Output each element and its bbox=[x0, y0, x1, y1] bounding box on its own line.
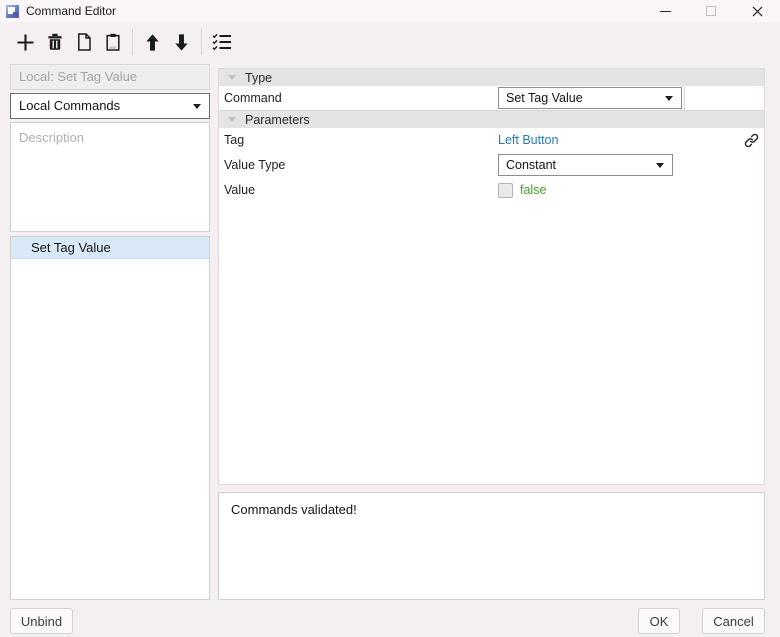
arrow-down-icon bbox=[175, 33, 188, 51]
chevron-down-icon bbox=[193, 104, 201, 109]
maximize-button[interactable] bbox=[688, 0, 734, 22]
chevron-down-icon bbox=[665, 96, 673, 101]
command-label: Command bbox=[224, 91, 282, 105]
type-section-header[interactable]: Type bbox=[219, 69, 764, 86]
validate-commands-button[interactable] bbox=[207, 28, 236, 56]
collapse-triangle-icon bbox=[228, 117, 236, 122]
checklist-icon bbox=[212, 33, 231, 51]
unbind-button[interactable]: Unbind bbox=[10, 608, 73, 634]
arrow-up-icon bbox=[146, 33, 159, 51]
value-type-value: Constant bbox=[506, 158, 557, 172]
command-row: Command Set Tag Value bbox=[219, 86, 764, 111]
close-button[interactable] bbox=[734, 0, 780, 22]
tag-label: Tag bbox=[224, 133, 245, 147]
maximize-icon bbox=[706, 6, 716, 16]
toolbar bbox=[0, 22, 780, 62]
window-controls bbox=[642, 0, 780, 22]
command-scope-dropdown[interactable]: Local Commands bbox=[10, 93, 210, 119]
command-editor-window: Command Editor Local: Set Tag Value Loca… bbox=[0, 0, 780, 637]
app-logo-icon bbox=[6, 4, 19, 18]
add-command-button[interactable] bbox=[11, 28, 40, 56]
property-panel: Type Command Set Tag Value Parameters Ta… bbox=[218, 68, 765, 485]
value-type-label: Value Type bbox=[224, 158, 286, 172]
description-input[interactable] bbox=[10, 122, 210, 232]
close-icon bbox=[752, 6, 762, 16]
tag-row: Tag Left Button bbox=[219, 128, 764, 153]
value-text: false bbox=[520, 183, 547, 197]
toolbar-separator bbox=[132, 29, 133, 55]
plus-icon bbox=[17, 34, 34, 50]
command-name-field[interactable]: Local: Set Tag Value bbox=[10, 64, 210, 90]
toolbar-separator bbox=[201, 29, 202, 55]
command-list-item[interactable]: Set Tag Value bbox=[11, 237, 209, 259]
parameters-section-header[interactable]: Parameters bbox=[219, 111, 764, 128]
copy-command-button[interactable] bbox=[69, 28, 98, 56]
minimize-icon bbox=[659, 10, 671, 12]
window-title: Command Editor bbox=[26, 4, 117, 18]
copy-icon bbox=[77, 33, 91, 51]
tag-value-link[interactable]: Left Button bbox=[498, 128, 558, 153]
collapse-triangle-icon bbox=[228, 75, 236, 80]
command-list[interactable]: Set Tag Value bbox=[10, 236, 210, 600]
minimize-button[interactable] bbox=[642, 0, 688, 22]
paste-icon bbox=[105, 33, 120, 51]
move-up-button[interactable] bbox=[138, 28, 167, 56]
command-scope-value: Local Commands bbox=[19, 98, 121, 113]
value-row: Value false bbox=[219, 178, 764, 203]
chevron-down-icon bbox=[656, 163, 664, 168]
validation-message: Commands validated! bbox=[231, 502, 357, 517]
trash-icon bbox=[47, 33, 62, 50]
value-type-dropdown[interactable]: Constant bbox=[498, 154, 673, 176]
validation-message-box: Commands validated! bbox=[218, 492, 765, 600]
link-icon[interactable] bbox=[743, 132, 760, 149]
type-section-label: Type bbox=[245, 70, 273, 85]
paste-command-button[interactable] bbox=[98, 28, 127, 56]
value-type-row: Value Type Constant bbox=[219, 153, 764, 178]
ok-button[interactable]: OK bbox=[638, 608, 680, 634]
delete-command-button[interactable] bbox=[40, 28, 69, 56]
cell-divider bbox=[684, 86, 685, 110]
cancel-button[interactable]: Cancel bbox=[702, 608, 765, 634]
value-label: Value bbox=[224, 183, 256, 197]
command-type-value: Set Tag Value bbox=[506, 91, 583, 105]
value-checkbox[interactable] bbox=[498, 183, 513, 198]
parameters-section-label: Parameters bbox=[245, 112, 310, 127]
titlebar: Command Editor bbox=[0, 0, 780, 22]
command-type-dropdown[interactable]: Set Tag Value bbox=[498, 87, 682, 109]
move-down-button[interactable] bbox=[167, 28, 196, 56]
